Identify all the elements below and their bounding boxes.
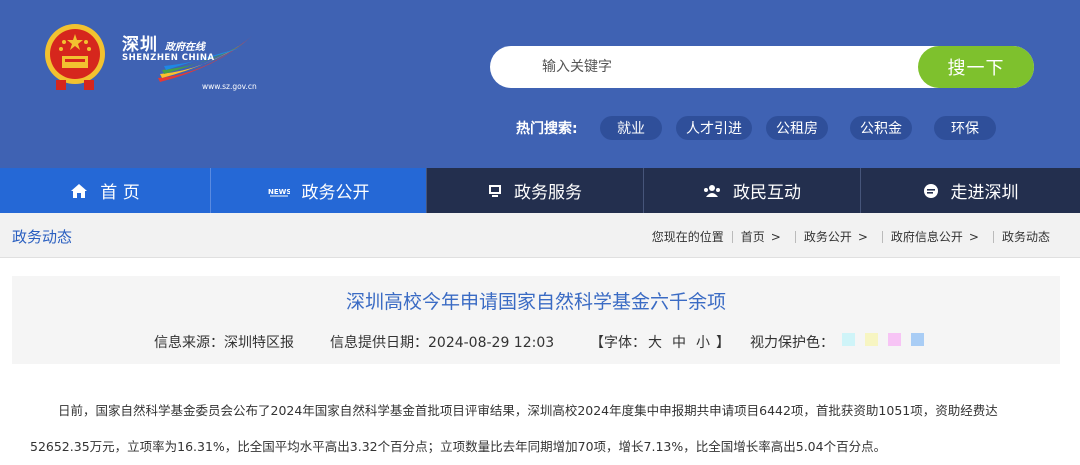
breadcrumb-divider — [794, 230, 796, 243]
logo-url-text: www.sz.gov.cn — [202, 82, 257, 91]
nav-label-home: 首 页 — [100, 183, 140, 203]
breadcrumb-location-label: 您现在的位置 — [651, 230, 724, 244]
nav-label-government-services: 政务服务 — [514, 183, 582, 203]
eye-care-label: 视力保护色： — [750, 335, 834, 351]
nav-item-government-affairs[interactable]: NEWS 政务公开 — [211, 168, 427, 213]
nav-item-about-shenzhen[interactable]: 走进深圳 — [861, 168, 1080, 213]
article-header: 深圳高校今年申请国家自然科学基金六千余项 信息来源：深圳特区报 信息提供日期：2… — [12, 276, 1060, 364]
nav-item-public-interaction[interactable]: 政民互动 — [644, 168, 861, 213]
nav-label-public-interaction: 政民互动 — [733, 183, 801, 203]
breadcrumb-government-affairs[interactable]: 政务公开 — [804, 228, 852, 245]
site-header: 深圳 政府在线 SHENZHEN CHINA www.sz.gov.cn 搜一下… — [0, 0, 1080, 168]
breadcrumb-divider — [992, 230, 994, 243]
search-input[interactable] — [542, 46, 912, 88]
breadcrumb-arrow-icon: > — [968, 229, 979, 244]
hot-tag-environment[interactable]: 环保 — [934, 116, 996, 140]
shenzhen-logo[interactable]: 深圳 政府在线 SHENZHEN CHINA www.sz.gov.cn — [118, 26, 258, 96]
hot-tag-talent[interactable]: 人才引进 — [676, 116, 752, 140]
logo-en-text: SHENZHEN CHINA — [122, 53, 215, 63]
news-icon: NEWS — [268, 184, 290, 198]
breadcrumb-bar: 政务动态 您现在的位置 首页 > 政务公开 > 政府信息公开 > 政务动态 — [0, 213, 1080, 258]
article-source: 信息来源：深圳特区报 — [154, 335, 294, 351]
svg-text:NEWS: NEWS — [268, 188, 290, 196]
search-box: 搜一下 — [490, 46, 1034, 88]
breadcrumb: 您现在的位置 首页 > 政务公开 > 政府信息公开 > 政务动态 — [652, 228, 1050, 245]
logo-cn-text: 深圳 政府在线 — [122, 35, 205, 55]
font-size-small[interactable]: 小 — [696, 332, 710, 352]
breadcrumb-divider — [881, 230, 883, 243]
chat-bubble-icon — [923, 183, 939, 199]
nav-label-government-affairs: 政务公开 — [301, 183, 370, 203]
nav-item-government-services[interactable]: 政务服务 — [427, 168, 644, 213]
font-size-large[interactable]: 大 — [648, 332, 662, 352]
eye-care-swatch-blue[interactable] — [911, 333, 924, 346]
font-size-close: 】 — [716, 335, 730, 351]
article-paragraph: 日前，国家自然科学基金委员会公布了2024年国家自然科学基金首批项目评审结果，深… — [58, 403, 998, 418]
search-button[interactable]: 搜一下 — [918, 46, 1034, 88]
article-paragraph: 52652.35万元，立项率为16.31%，比全国平均水平高出3.32个百分点；… — [30, 439, 887, 454]
section-title[interactable]: 政务动态 — [12, 226, 72, 247]
hot-tag-jobs[interactable]: 就业 — [600, 116, 662, 140]
monitor-icon — [488, 184, 502, 198]
breadcrumb-government-news[interactable]: 政务动态 — [1002, 228, 1050, 245]
eye-care-swatch-cyan[interactable] — [842, 333, 855, 346]
font-size-medium[interactable]: 中 — [672, 332, 686, 352]
people-icon — [703, 184, 721, 198]
hot-search-label: 热门搜索: — [516, 121, 578, 137]
nav-item-home[interactable]: 首 页 — [0, 168, 211, 213]
article-date: 信息提供日期：2024-08-29 12:03 — [330, 335, 555, 351]
breadcrumb-arrow-icon: > — [770, 229, 781, 244]
eye-care-swatch-pink[interactable] — [888, 333, 901, 346]
breadcrumb-home[interactable]: 首页 — [741, 228, 765, 245]
hot-tag-public-housing[interactable]: 公租房 — [766, 116, 828, 140]
hot-tag-housing-fund[interactable]: 公积金 — [850, 116, 912, 140]
national-emblem-icon[interactable] — [42, 22, 108, 94]
breadcrumb-arrow-icon: > — [857, 229, 868, 244]
main-nav: 首 页 NEWS 政务公开 政务服务 政民互动 走进深圳 — [0, 168, 1080, 213]
home-icon — [70, 183, 88, 199]
breadcrumb-divider — [731, 230, 733, 243]
breadcrumb-government-info[interactable]: 政府信息公开 — [891, 228, 963, 245]
article-title: 深圳高校今年申请国家自然科学基金六千余项 — [345, 291, 726, 313]
nav-label-about-shenzhen: 走进深圳 — [950, 183, 1019, 203]
font-size-label: 【字体： — [590, 335, 646, 351]
eye-care-swatch-yellow[interactable] — [865, 333, 878, 346]
